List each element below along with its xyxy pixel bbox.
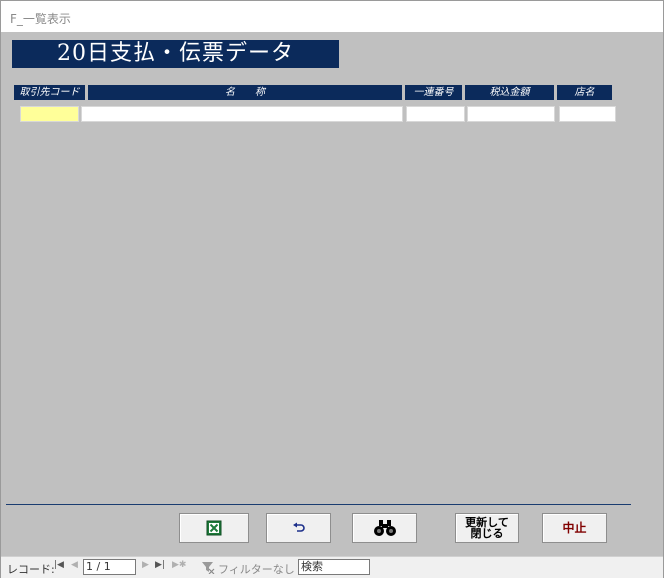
record-navigation-bar: レコード: |◀ ◀ 1 / 1 ▶ ▶| ▶✱ フィルターなし 検索 [1, 556, 663, 578]
window-title: F_一覧表示 [10, 12, 71, 26]
update-and-close-label: 更新して 閉じる [465, 516, 509, 540]
title-bar: F_一覧表示 [1, 1, 663, 32]
binoculars-icon [373, 520, 396, 536]
footer-divider [6, 504, 631, 505]
tax-included-amount-field[interactable] [467, 106, 555, 122]
search-button[interactable] [352, 513, 417, 543]
undo-icon [292, 522, 305, 532]
column-header-store: 店名 [557, 85, 612, 100]
serial-number-field[interactable] [406, 106, 465, 122]
column-header-name: 名 称 [88, 85, 402, 100]
store-name-field[interactable] [559, 106, 616, 122]
current-record-input[interactable]: 1 / 1 [83, 559, 136, 575]
last-record-icon[interactable]: ▶| [155, 560, 165, 570]
cancel-label: 中止 [562, 520, 587, 535]
next-record-icon[interactable]: ▶ [142, 560, 149, 570]
record-label: レコード: [7, 563, 55, 576]
undo-button[interactable] [266, 513, 331, 543]
name-field[interactable] [81, 106, 403, 122]
update-and-close-button[interactable]: 更新して 閉じる [455, 513, 519, 543]
column-header-code: 取引先コード [14, 85, 85, 100]
form-banner: 20日支払・伝票データ [12, 40, 339, 68]
filter-icon[interactable] [201, 560, 215, 574]
cancel-button[interactable]: 中止 [542, 513, 607, 543]
excel-icon [206, 520, 222, 536]
previous-record-icon[interactable]: ◀ [71, 560, 78, 570]
form-window: F_一覧表示 20日支払・伝票データ 取引先コード 名 称 一連番号 税込金額 … [0, 0, 664, 578]
column-header-serial: 一連番号 [405, 85, 462, 100]
first-record-icon[interactable]: |◀ [54, 560, 64, 570]
excel-export-button[interactable] [179, 513, 249, 543]
vendor-code-field[interactable] [20, 106, 79, 122]
new-record-icon[interactable]: ▶✱ [172, 560, 186, 570]
column-header-amount: 税込金額 [465, 85, 554, 100]
filter-status[interactable]: フィルターなし [218, 561, 295, 577]
search-input[interactable]: 検索 [298, 559, 370, 575]
